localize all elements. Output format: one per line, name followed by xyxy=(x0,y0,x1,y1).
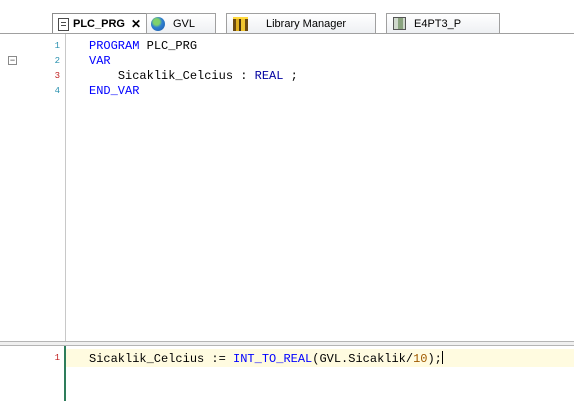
numeric-literal: 10 xyxy=(413,352,428,366)
code-text: END_VAR xyxy=(89,84,139,99)
close-paren: ); xyxy=(427,352,442,366)
declaration-editor[interactable]: 1 PROGRAM PLC_PRG − 2 VAR 3 Sicaklik_Cel… xyxy=(0,34,574,341)
code-line[interactable]: − 2 VAR xyxy=(0,54,574,69)
program-document-icon xyxy=(58,17,69,31)
code-line[interactable]: 1 Sicaklik_Celcius := INT_TO_REAL(GVL.Si… xyxy=(0,351,574,366)
code-text: PROGRAM PLC_PRG xyxy=(89,39,197,54)
code-text: VAR xyxy=(89,54,111,69)
conversion-function: INT_TO_REAL xyxy=(233,352,313,366)
close-tab-icon[interactable]: ✕ xyxy=(131,17,141,31)
separator: : xyxy=(233,69,255,83)
tab-label: PLC_PRG xyxy=(73,18,125,30)
assign-target: Sicaklik_Celcius xyxy=(89,352,205,366)
line-number: 3 xyxy=(54,71,60,81)
terminator: ; xyxy=(283,69,298,83)
tab-e4pt3-p[interactable]: E4PT3_P xyxy=(386,13,500,33)
keyword: VAR xyxy=(89,54,111,68)
line-number: 2 xyxy=(54,56,60,66)
globe-icon xyxy=(151,16,165,31)
plc-editor-window: PLC_PRG ✕ GVL Library Manager E4PT3_P 1 … xyxy=(0,0,574,401)
line-number: 1 xyxy=(54,353,60,363)
argument: GVL.Sicaklik xyxy=(319,352,406,366)
line-number: 1 xyxy=(54,41,60,51)
implementation-editor[interactable]: 1 Sicaklik_Celcius := INT_TO_REAL(GVL.Si… xyxy=(0,346,574,401)
tab-gvl[interactable]: GVL xyxy=(146,13,216,33)
tab-library-manager[interactable]: Library Manager xyxy=(226,13,376,33)
assign-operator: := xyxy=(204,352,234,366)
code-line[interactable]: 3 Sicaklik_Celcius : REAL ; xyxy=(0,69,574,84)
code-text: Sicaklik_Celcius : REAL ; xyxy=(89,69,298,84)
device-icon xyxy=(393,17,406,30)
divide-operator: / xyxy=(405,352,414,366)
code-text: Sicaklik_Celcius := INT_TO_REAL(GVL.Sica… xyxy=(89,351,443,367)
code-line[interactable]: 4 END_VAR xyxy=(0,84,574,99)
text-caret xyxy=(441,351,443,364)
editor-tab-strip: PLC_PRG ✕ GVL Library Manager E4PT3_P xyxy=(0,0,574,34)
program-name: PLC_PRG xyxy=(139,39,198,53)
library-books-icon xyxy=(233,16,248,31)
code-line[interactable]: 1 PROGRAM PLC_PRG xyxy=(0,39,574,54)
keyword: END_VAR xyxy=(89,84,140,98)
keyword: PROGRAM xyxy=(89,39,140,53)
collapse-fold-icon[interactable]: − xyxy=(8,56,17,65)
line-number: 4 xyxy=(54,86,60,96)
tab-label: E4PT3_P xyxy=(414,17,462,30)
tab-label: Library Manager xyxy=(266,17,347,30)
variable-name: Sicaklik_Celcius xyxy=(117,69,234,83)
tab-label: GVL xyxy=(173,17,196,30)
tab-plc-prg[interactable]: PLC_PRG ✕ xyxy=(52,13,147,34)
type-keyword: REAL xyxy=(254,69,284,83)
